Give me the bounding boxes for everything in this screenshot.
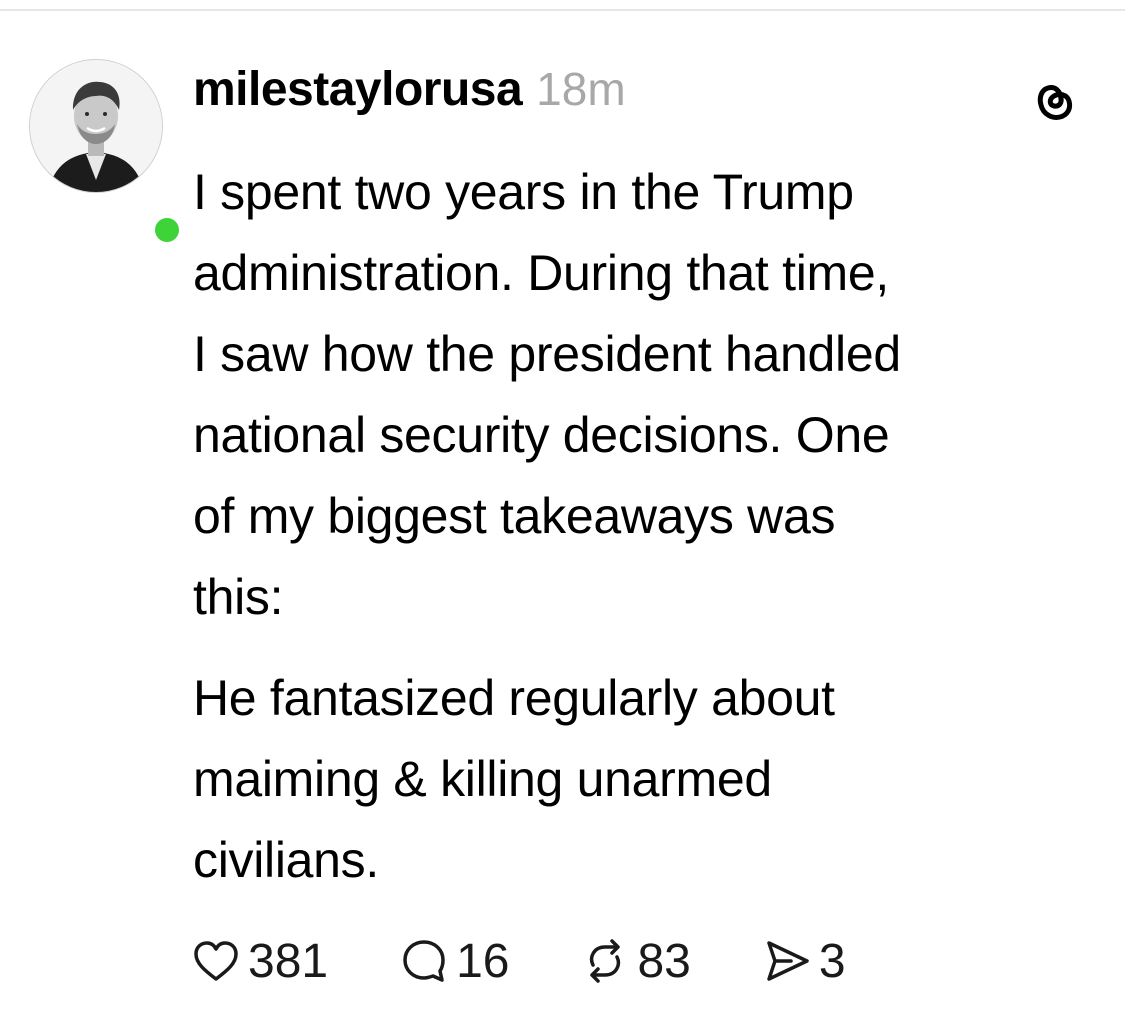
repost-button[interactable]: 83 bbox=[579, 934, 691, 989]
share-button[interactable]: 3 bbox=[761, 934, 846, 989]
threads-logo-icon[interactable] bbox=[1024, 74, 1080, 130]
online-status-dot bbox=[150, 213, 184, 247]
reply-count: 16 bbox=[456, 934, 510, 988]
avatar-photo bbox=[30, 60, 162, 192]
post-body: I spent two years in the Trump administr… bbox=[193, 152, 1093, 901]
timestamp: 18m bbox=[536, 63, 626, 115]
action-bar: 381 16 83 3 bbox=[190, 926, 846, 996]
repost-count: 83 bbox=[637, 934, 691, 988]
repost-arrows-icon bbox=[590, 939, 621, 983]
username[interactable]: milestaylorusa bbox=[193, 62, 523, 117]
reply-button[interactable]: 16 bbox=[398, 934, 509, 989]
send-paper-plane-icon bbox=[767, 941, 809, 981]
post-paragraph-1: I spent two years in the Trump administr… bbox=[193, 164, 901, 625]
thread-post: milestaylorusa 18m I spent two years in … bbox=[0, 0, 1125, 1018]
speech-bubble-icon bbox=[403, 940, 445, 982]
heart-icon bbox=[194, 941, 238, 981]
like-button[interactable]: 381 bbox=[190, 934, 328, 989]
avatar-container[interactable] bbox=[29, 59, 184, 247]
avatar[interactable] bbox=[29, 59, 163, 193]
like-count: 381 bbox=[248, 934, 329, 988]
post-header: milestaylorusa 18m bbox=[193, 62, 626, 122]
post-paragraph-2: He fantasized regularly about maiming & … bbox=[193, 670, 835, 888]
share-count: 3 bbox=[818, 934, 846, 988]
